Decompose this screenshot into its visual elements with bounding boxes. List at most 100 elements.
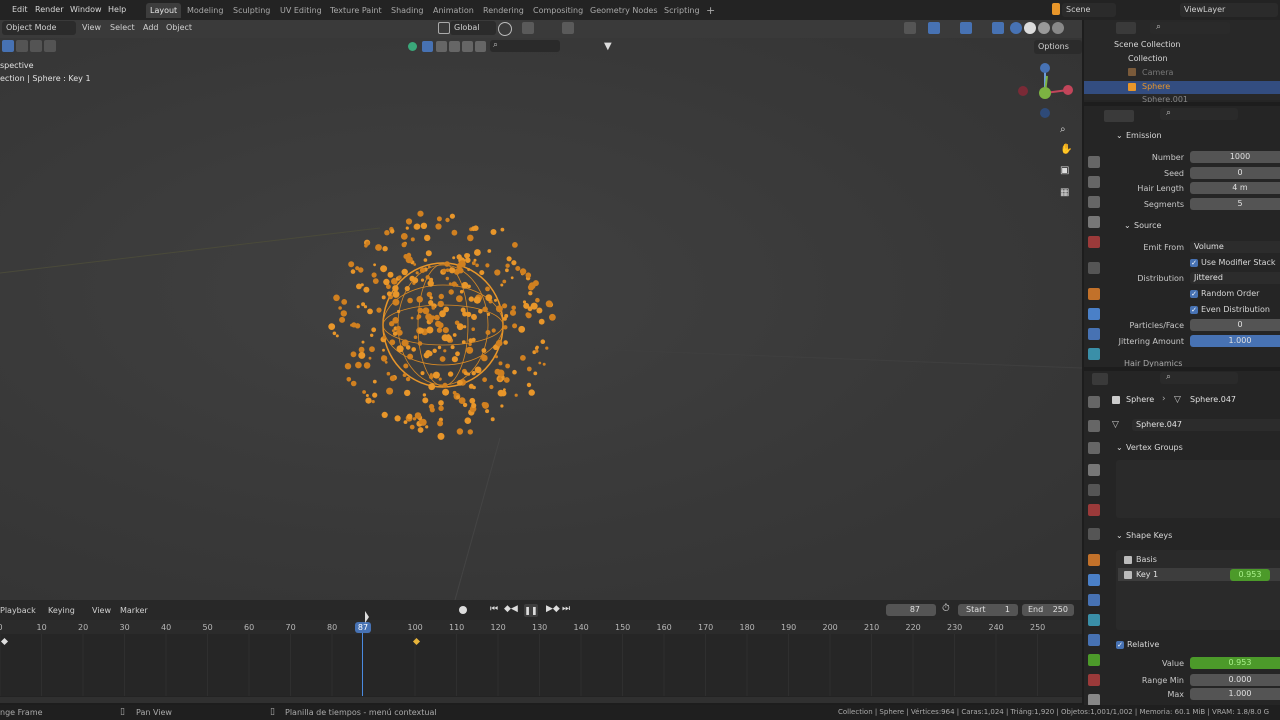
filter-icon-1[interactable]: [436, 41, 447, 52]
playhead-indicator[interactable]: 87: [355, 622, 371, 633]
even-distribution-checkbox[interactable]: ✓: [1190, 306, 1198, 314]
modifier-props-icon[interactable]: [1088, 308, 1100, 320]
gizmo-visibility-icon[interactable]: [408, 42, 417, 51]
properties-editor-type[interactable]: [1104, 110, 1134, 122]
collection-props-icon[interactable]: [1088, 262, 1100, 274]
world-props-icon-2[interactable]: [1088, 484, 1100, 496]
render-props-icon-2[interactable]: [1088, 396, 1100, 408]
jittering-amount-slider[interactable]: 1.000: [1190, 335, 1280, 347]
camera-view-icon[interactable]: ▣: [1060, 165, 1072, 177]
outliner-item-sphere-row[interactable]: [1084, 81, 1280, 94]
menu-window[interactable]: Window: [70, 0, 102, 20]
overlay-toggle-icon[interactable]: [960, 22, 972, 34]
pause-icon[interactable]: ❚❚: [524, 604, 538, 617]
viewport-search-input[interactable]: ⌕: [490, 40, 560, 52]
select-extend-icon[interactable]: [16, 40, 28, 52]
timeline-scrollbar[interactable]: [0, 697, 1082, 703]
properties-editor-type-2[interactable]: [1092, 373, 1108, 385]
timeline-menu-keying[interactable]: Keying: [48, 604, 75, 618]
selectability-icon[interactable]: [422, 41, 433, 52]
random-order-checkbox[interactable]: ✓: [1190, 290, 1198, 298]
tab-animation[interactable]: Animation: [429, 3, 478, 18]
tab-rendering[interactable]: Rendering: [479, 3, 528, 18]
filter-icon-3[interactable]: [462, 41, 473, 52]
viewport-menu-add[interactable]: Add: [143, 21, 159, 35]
navigation-gizmo[interactable]: [1012, 60, 1082, 120]
hair-length-field[interactable]: 4 m: [1190, 182, 1280, 194]
pivot-point-icon[interactable]: [498, 22, 512, 36]
filter-icon-4[interactable]: [475, 41, 486, 52]
mode-selector[interactable]: Object Mode: [2, 21, 76, 35]
shape-key-basis[interactable]: Basis: [1136, 555, 1157, 564]
particles-face-field[interactable]: 0: [1190, 319, 1280, 331]
breadcrumb-object[interactable]: Sphere: [1126, 395, 1154, 404]
output-props-icon-2[interactable]: [1088, 420, 1100, 432]
start-frame-field[interactable]: Start 1: [958, 604, 1018, 616]
tab-modeling[interactable]: Modeling: [183, 3, 227, 18]
jump-keyframe-forward-icon[interactable]: ▶◆: [546, 604, 560, 614]
select-box-icon[interactable]: [2, 40, 14, 52]
scene-props-icon[interactable]: [1088, 216, 1100, 228]
output-props-icon[interactable]: [1088, 176, 1100, 188]
wireframe-shading-icon[interactable]: [1010, 22, 1022, 34]
outliner-search-input[interactable]: ⌕: [1150, 22, 1230, 34]
shape-keys-chevron-icon[interactable]: ⌄: [1116, 531, 1123, 540]
outliner-collection[interactable]: Collection: [1128, 54, 1168, 63]
orientation-selector[interactable]: Global: [450, 21, 496, 35]
outliner-item-sphere[interactable]: Sphere: [1142, 82, 1170, 91]
object-props-icon-2[interactable]: [1088, 528, 1100, 540]
end-frame-field[interactable]: End 250: [1022, 604, 1074, 616]
xray-toggle-icon[interactable]: [992, 22, 1004, 34]
viewport-menu-view[interactable]: View: [82, 21, 101, 35]
vertex-groups-chevron-icon[interactable]: ⌄: [1116, 443, 1123, 452]
outliner-display-mode[interactable]: [1116, 22, 1136, 34]
solid-shading-icon[interactable]: [1024, 22, 1036, 34]
menu-edit[interactable]: Edit: [12, 0, 28, 20]
world-props-icon[interactable]: [1088, 236, 1100, 248]
particle-props-icon[interactable]: [1088, 328, 1100, 340]
scene-props-icon-2[interactable]: [1088, 464, 1100, 476]
source-chevron-icon[interactable]: ⌄: [1124, 221, 1131, 230]
rendered-shading-icon[interactable]: [1052, 22, 1064, 34]
proportional-edit-icon[interactable]: [562, 22, 574, 34]
object-data-icon-2[interactable]: [1088, 554, 1100, 566]
emission-chevron-icon[interactable]: ⌄: [1116, 131, 1123, 140]
scene-selector[interactable]: Scene: [1062, 3, 1116, 17]
modifier-props-icon-2[interactable]: [1088, 574, 1100, 586]
material-shading-icon[interactable]: [1038, 22, 1050, 34]
render-props-icon[interactable]: [1088, 156, 1100, 168]
view-layer-props-icon[interactable]: [1088, 196, 1100, 208]
source-panel-title[interactable]: Source: [1134, 221, 1161, 230]
tab-shading[interactable]: Shading: [387, 3, 428, 18]
object-props-icon[interactable]: [1088, 288, 1100, 300]
tab-texture-paint[interactable]: Texture Paint: [326, 3, 386, 18]
material-props-icon-2[interactable]: [1088, 674, 1100, 686]
properties-search-input-2[interactable]: ⌕: [1160, 372, 1238, 384]
emission-panel-title[interactable]: Emission: [1126, 131, 1162, 140]
segments-field[interactable]: 5: [1190, 198, 1280, 210]
record-icon[interactable]: [459, 606, 467, 614]
tab-sculpting[interactable]: Sculpting: [229, 3, 274, 18]
mesh-name-field[interactable]: Sphere.047: [1132, 419, 1280, 431]
timeline-menu-view[interactable]: View: [92, 604, 111, 618]
relative-checkbox[interactable]: ✓: [1116, 641, 1124, 649]
properties-search-input[interactable]: ⌕: [1160, 108, 1238, 120]
use-modifier-stack-checkbox[interactable]: ✓: [1190, 259, 1198, 267]
menu-render[interactable]: Render: [35, 0, 63, 20]
viewport-menu-object[interactable]: Object: [166, 21, 192, 35]
shape-keys-panel-title[interactable]: Shape Keys: [1126, 531, 1172, 540]
current-frame-field[interactable]: 87: [886, 604, 936, 616]
mesh-data-props-icon-2[interactable]: [1088, 654, 1100, 666]
tab-layout[interactable]: Layout: [146, 3, 182, 18]
particle-props-icon-2[interactable]: [1088, 594, 1100, 606]
select-subtract-icon[interactable]: [30, 40, 42, 52]
timeline-menu-playback[interactable]: Playback: [0, 604, 36, 618]
stopwatch-icon[interactable]: ⏱: [942, 603, 950, 614]
range-min-field[interactable]: 0.000: [1190, 674, 1280, 686]
jump-end-icon[interactable]: ⏭: [562, 604, 570, 614]
filter-funnel-icon[interactable]: ▼: [604, 41, 616, 52]
outliner-item-camera[interactable]: Camera: [1142, 68, 1173, 77]
zoom-icon[interactable]: ⌕: [1060, 124, 1072, 136]
timeline-menu-marker[interactable]: Marker: [120, 604, 148, 618]
viewlayer-selector[interactable]: ViewLayer: [1180, 3, 1278, 17]
